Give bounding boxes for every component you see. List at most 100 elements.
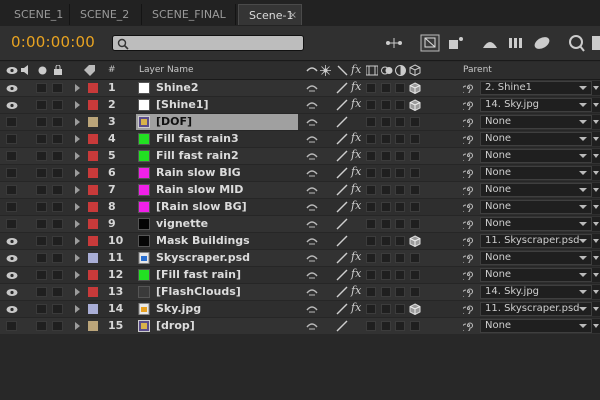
adjustment-switch[interactable] xyxy=(395,321,405,331)
frame-blending-icon[interactable] xyxy=(480,34,500,52)
solo-switch[interactable] xyxy=(36,100,47,110)
layer-row[interactable]: 10 Mask Buildings 11. Skyscraper.psd xyxy=(0,233,600,250)
adjustment-switch[interactable] xyxy=(395,236,405,246)
parent-dropdown-arrow[interactable] xyxy=(592,166,600,180)
lock-switch[interactable] xyxy=(52,287,63,297)
adjustment-switch[interactable] xyxy=(395,253,405,263)
parent-dropdown[interactable]: None xyxy=(480,268,592,282)
pick-whip-icon[interactable] xyxy=(463,184,474,195)
motion-blur-switch[interactable] xyxy=(381,168,391,178)
label-color-swatch[interactable] xyxy=(88,168,98,178)
3d-switch[interactable] xyxy=(410,287,420,297)
effects-switch-icon[interactable]: fx xyxy=(351,182,361,195)
effects-switch-icon[interactable]: fx xyxy=(351,165,361,178)
parent-dropdown-arrow[interactable] xyxy=(592,234,600,248)
frame-blend-switch[interactable] xyxy=(366,100,376,110)
column-parent[interactable]: Parent xyxy=(463,65,492,75)
effects-switch-icon[interactable]: fx xyxy=(351,267,361,280)
layer-name[interactable]: [Fill fast rain] xyxy=(156,268,241,281)
lock-icon[interactable] xyxy=(54,65,62,75)
shy-switch-icon[interactable] xyxy=(306,320,318,332)
motion-blur-switch[interactable] xyxy=(381,219,391,229)
expand-triangle-icon[interactable] xyxy=(75,220,80,228)
parent-dropdown[interactable]: 11. Skyscraper.psd xyxy=(480,302,592,316)
frame-blend-switch[interactable] xyxy=(366,253,376,263)
parent-dropdown-arrow[interactable] xyxy=(592,132,600,146)
shy-switch-icon[interactable] xyxy=(306,150,318,162)
solo-switch[interactable] xyxy=(36,202,47,212)
graph-editor-icon[interactable] xyxy=(566,34,586,52)
adjustment-switch[interactable] xyxy=(395,168,405,178)
expand-triangle-icon[interactable] xyxy=(75,203,80,211)
frame-blend-switch[interactable] xyxy=(366,219,376,229)
effects-switch-icon[interactable]: fx xyxy=(351,199,361,212)
frame-blend-switch[interactable] xyxy=(366,236,376,246)
eye-icon[interactable] xyxy=(6,288,18,297)
label-color-swatch[interactable] xyxy=(88,185,98,195)
layer-name[interactable]: Sky.jpg xyxy=(156,302,201,315)
label-color-swatch[interactable] xyxy=(88,100,98,110)
layer-row[interactable]: 5 Fill fast rain2 fx None xyxy=(0,148,600,165)
pick-whip-icon[interactable] xyxy=(463,99,474,110)
shy-switch-icon[interactable] xyxy=(306,82,318,94)
parent-dropdown-arrow[interactable] xyxy=(592,217,600,231)
search-input[interactable] xyxy=(112,35,304,51)
3d-switch[interactable] xyxy=(410,134,420,144)
solo-switch[interactable] xyxy=(36,287,47,297)
eye-icon[interactable] xyxy=(6,101,18,110)
adjustment-switch[interactable] xyxy=(395,100,405,110)
solo-switch[interactable] xyxy=(36,168,47,178)
solo-switch[interactable] xyxy=(36,83,47,93)
label-color-swatch[interactable] xyxy=(88,287,98,297)
quality-switch-icon[interactable] xyxy=(336,320,348,332)
parent-dropdown[interactable]: None xyxy=(480,251,592,265)
shy-switch-icon[interactable] xyxy=(306,218,318,230)
layer-row[interactable]: 9 vignette None xyxy=(0,216,600,233)
pick-whip-icon[interactable] xyxy=(463,286,474,297)
quality-switch-icon[interactable] xyxy=(336,184,348,196)
layer-name[interactable]: Mask Buildings xyxy=(156,234,250,247)
layer-row[interactable]: 3 [DOF] None xyxy=(0,114,600,131)
motion-blur-switch[interactable] xyxy=(381,287,391,297)
3d-switch[interactable] xyxy=(410,168,420,178)
solo-switch[interactable] xyxy=(36,117,47,127)
lock-switch[interactable] xyxy=(52,83,63,93)
draft-3d-icon[interactable] xyxy=(420,34,440,52)
lock-switch[interactable] xyxy=(52,219,63,229)
frame-blend-switch[interactable] xyxy=(366,304,376,314)
3d-switch[interactable] xyxy=(410,185,420,195)
effects-switch-icon[interactable]: fx xyxy=(351,301,361,314)
adjustment-switch[interactable] xyxy=(395,185,405,195)
expand-triangle-icon[interactable] xyxy=(75,271,80,279)
quality-switch-icon[interactable] xyxy=(336,303,348,315)
effects-switch-icon[interactable]: fx xyxy=(351,131,361,144)
video-switch[interactable] xyxy=(6,117,17,127)
shy-switch-icon[interactable] xyxy=(306,269,318,281)
parent-dropdown[interactable]: None xyxy=(480,149,592,163)
lock-switch[interactable] xyxy=(52,100,63,110)
3d-layer-icon[interactable] xyxy=(409,235,421,247)
motion-blur-switch[interactable] xyxy=(381,134,391,144)
lock-switch[interactable] xyxy=(52,185,63,195)
parent-dropdown-arrow[interactable] xyxy=(592,285,600,299)
expand-triangle-icon[interactable] xyxy=(75,288,80,296)
layer-row[interactable]: 15 [drop] None xyxy=(0,318,600,335)
pick-whip-icon[interactable] xyxy=(463,133,474,144)
parent-dropdown-arrow[interactable] xyxy=(592,115,600,129)
effects-switch-icon[interactable]: fx xyxy=(351,97,361,110)
quality-switch-icon[interactable] xyxy=(336,150,348,162)
parent-dropdown-arrow[interactable] xyxy=(592,319,600,333)
shy-switch-icon[interactable] xyxy=(306,286,318,298)
3d-layer-icon[interactable] xyxy=(409,99,421,111)
expand-triangle-icon[interactable] xyxy=(75,237,80,245)
label-color-swatch[interactable] xyxy=(88,253,98,263)
layer-name[interactable]: [Shine1] xyxy=(156,98,209,111)
parent-dropdown-arrow[interactable] xyxy=(592,302,600,316)
solo-switch[interactable] xyxy=(36,219,47,229)
layer-row[interactable]: 8 [Rain slow BG] fx None xyxy=(0,199,600,216)
frame-blend-switch[interactable] xyxy=(366,151,376,161)
frame-blend-switch[interactable] xyxy=(366,83,376,93)
brainstorm-icon[interactable] xyxy=(532,34,552,52)
solo-icon[interactable] xyxy=(38,66,47,75)
solo-switch[interactable] xyxy=(36,151,47,161)
